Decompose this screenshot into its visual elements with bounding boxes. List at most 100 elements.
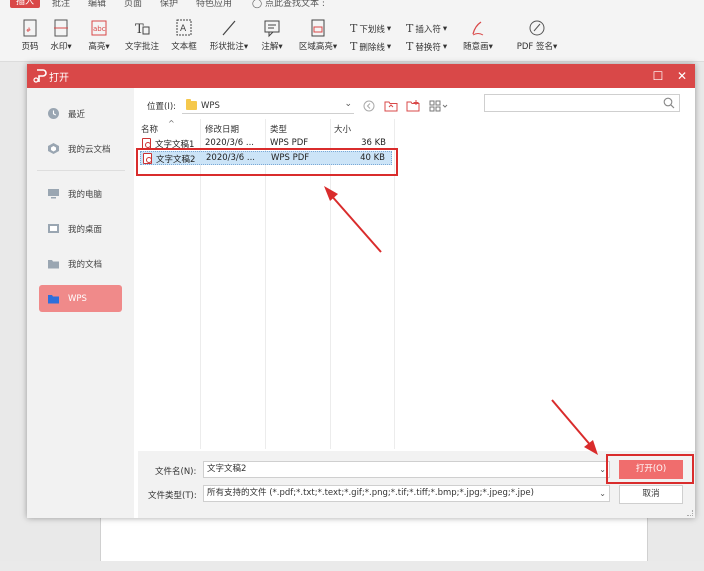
sidebar-item-label: 我的文档	[68, 259, 103, 270]
file-size: 36 KB	[361, 138, 386, 148]
tool-highlight[interactable]: abc 高亮▾	[86, 18, 112, 52]
sidebar-item-label: WPS	[68, 293, 87, 304]
resize-grip-icon[interactable]	[687, 510, 693, 516]
open-dialog: 打开 ☐ ✕ 最近 我的云文档 我的电脑 我的桌面 我的文档 WPS 位置(I)…	[27, 64, 695, 518]
find-text-placeholder: 点此查找文本	[264, 0, 319, 9]
clock-icon	[48, 108, 59, 119]
tool-replace[interactable]: T 替换符 ▾	[406, 40, 447, 53]
tool-page-number[interactable]: # 页码	[18, 18, 42, 52]
svg-text:abc: abc	[93, 25, 106, 33]
replace-icon: T	[406, 40, 414, 53]
tool-watermark[interactable]: 水印▾	[48, 18, 74, 52]
dialog-title: 打开	[49, 73, 69, 84]
cloud-icon	[48, 143, 59, 154]
sidebar-item-wps[interactable]: WPS	[39, 285, 122, 312]
wps-pdf-logo-icon	[33, 69, 47, 83]
menu-edit[interactable]: 编辑	[88, 0, 106, 9]
tool-freehand[interactable]: 随意画▾	[460, 18, 496, 52]
tool-label: 随意画▾	[463, 42, 493, 52]
annotation-icon	[264, 20, 280, 38]
close-icon: ✕	[676, 69, 688, 83]
document-page	[100, 515, 648, 561]
tool-annotation[interactable]: 注解▾	[260, 18, 284, 52]
column-header-size[interactable]: 大小	[334, 123, 351, 135]
tool-label: 替换符	[415, 42, 441, 53]
computer-icon	[48, 189, 59, 199]
sidebar-item-label: 我的桌面	[68, 224, 103, 235]
back-icon[interactable]	[362, 99, 376, 113]
svg-text:#: #	[26, 27, 31, 34]
tool-label: 文字批注	[124, 42, 159, 52]
sidebar-item-computer[interactable]: 我的电脑	[39, 180, 122, 207]
view-mode-icon[interactable]	[428, 99, 450, 113]
textbox-icon: A	[176, 19, 192, 36]
filename-input[interactable]: 文字文稿2 ⌄	[203, 461, 610, 478]
sidebar-item-documents[interactable]: 我的文档	[39, 250, 122, 277]
column-header-type[interactable]: 类型	[270, 123, 287, 135]
tool-text-comment[interactable]: T 文字批注	[124, 18, 160, 52]
file-type: WPS PDF	[270, 138, 309, 148]
tool-label: 高亮▾	[88, 42, 110, 52]
sidebar-item-recent[interactable]: 最近	[39, 100, 122, 127]
sidebar-item-desktop[interactable]: 我的桌面	[39, 215, 122, 242]
filetype-value: 所有支持的文件 (*.pdf;*.txt;*.text;*.gif;*.png;…	[207, 488, 534, 498]
cancel-button[interactable]: 取消	[619, 485, 683, 504]
tool-shape-comment[interactable]: 形状批注▾	[208, 18, 250, 52]
menu-bar: 插入 批注 编辑 页面 保护 特色应用 ◯ 点此查找文本 :	[0, 0, 704, 10]
sidebar-item-label: 我的电脑	[68, 189, 103, 200]
maximize-icon: ☐	[652, 69, 664, 83]
filename-value: 文字文稿2	[207, 464, 247, 474]
insert-caret-icon: T	[406, 22, 414, 35]
places-sidebar: 最近 我的云文档 我的电脑 我的桌面 我的文档 WPS	[27, 88, 134, 518]
tool-label: 下划线	[359, 24, 385, 35]
watermark-icon	[54, 19, 68, 37]
menu-insert[interactable]: 插入	[10, 0, 41, 8]
chevron-down-icon: ⌄	[599, 465, 606, 474]
close-button[interactable]: ✕	[672, 66, 692, 86]
menu-page[interactable]: 页面	[124, 0, 142, 9]
folder-icon	[48, 260, 59, 269]
search-icon: ◯	[252, 0, 263, 9]
sidebar-item-label: 我的云文档	[68, 144, 111, 155]
dialog-titlebar[interactable]: 打开 ☐ ✕	[27, 64, 695, 88]
tool-insert-caret[interactable]: T 插入符 ▾	[406, 22, 447, 35]
filetype-label: 文件类型(T):	[148, 491, 197, 501]
ribbon: 插入 批注 编辑 页面 保护 特色应用 ◯ 点此查找文本 : # 页码 水印▾ …	[0, 0, 704, 62]
menu-comment[interactable]: 批注	[52, 0, 70, 9]
tool-area-highlight[interactable]: 区域高亮▾	[296, 18, 340, 52]
desktop-icon	[48, 224, 59, 233]
shape-comment-icon	[222, 20, 236, 36]
chevron-down-icon: ⌄	[344, 99, 353, 109]
menu-special[interactable]: 特色应用	[196, 0, 232, 9]
tool-label: 插入符	[415, 24, 441, 35]
tool-label: PDF 签名▾	[516, 42, 558, 52]
tool-label: 水印▾	[50, 42, 72, 52]
tool-strikethrough[interactable]: T 删除线 ▾	[350, 40, 391, 53]
location-label: 位置(I):	[147, 102, 177, 112]
chevron-down-icon: ⌄	[599, 489, 606, 498]
maximize-button[interactable]: ☐	[648, 66, 668, 86]
search-icon	[663, 97, 675, 109]
strikethrough-icon: T	[350, 40, 358, 53]
find-text-box[interactable]: ◯ 点此查找文本 :	[252, 0, 325, 9]
search-input[interactable]	[484, 94, 680, 112]
tool-pdf-sign[interactable]: PDF 签名▾	[514, 18, 560, 52]
text-comment-icon: T	[135, 22, 150, 37]
sidebar-item-cloud[interactable]: 我的云文档	[39, 135, 122, 162]
sidebar-item-label: 最近	[68, 109, 86, 120]
status-bar	[0, 561, 704, 571]
column-header-date[interactable]: 修改日期	[205, 123, 239, 135]
filetype-select[interactable]: 所有支持的文件 (*.pdf;*.txt;*.text;*.gif;*.png;…	[203, 485, 610, 502]
tool-label: 删除线	[359, 42, 385, 53]
tool-underline[interactable]: T 下划线 ▾	[350, 22, 391, 35]
location-bar: 位置(I): WPS ⌄	[147, 97, 450, 115]
area-highlight-icon	[311, 19, 325, 37]
new-folder-icon[interactable]	[406, 99, 420, 113]
menu-protect[interactable]: 保护	[160, 0, 178, 9]
tool-textbox[interactable]: A 文本框	[170, 18, 198, 52]
filename-label: 文件名(N):	[155, 467, 197, 477]
sidebar-divider	[37, 170, 125, 171]
column-header-name[interactable]: 名称	[141, 123, 158, 135]
up-folder-icon[interactable]	[384, 99, 398, 113]
location-dropdown[interactable]: WPS ⌄	[182, 98, 355, 114]
